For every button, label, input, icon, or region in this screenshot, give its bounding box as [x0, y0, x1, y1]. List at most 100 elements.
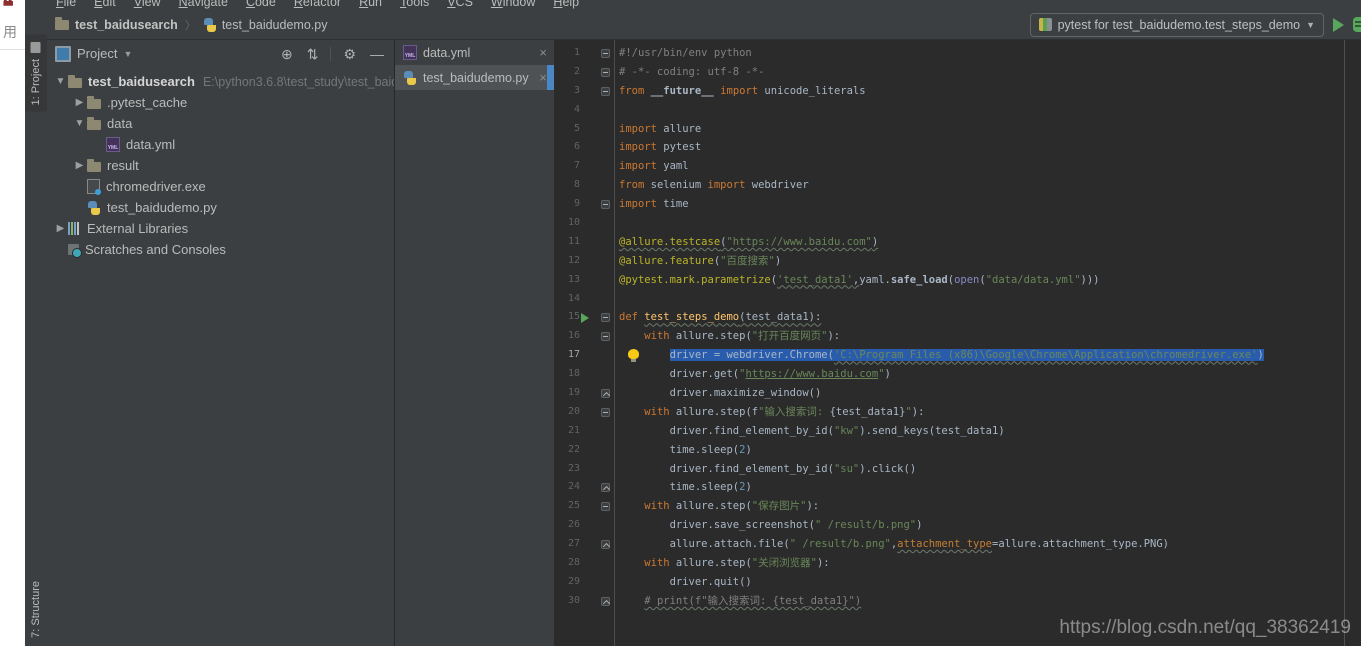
menu-item-navigate[interactable]: Navigate	[170, 0, 237, 10]
menu-item-refactor[interactable]: Refactor	[285, 0, 350, 10]
editor-line-17[interactable]: 17 driver = webdriver.Chrome('C:\Program…	[554, 346, 1361, 365]
tree-item-test-baidudemo-py[interactable]: test_baidudemo.py	[47, 197, 394, 218]
divider	[330, 47, 331, 61]
editor-line-23[interactable]: 23 driver.find_element_by_id("su").click…	[554, 460, 1361, 479]
editor-line-2[interactable]: 2# -*- coding: utf-8 -*-	[554, 63, 1361, 82]
editor-line-20[interactable]: 20 with allure.step(f"输入搜索词: {test_data1…	[554, 403, 1361, 422]
intention-lightbulb-icon[interactable]	[628, 349, 639, 359]
editor-line-24[interactable]: 24 time.sleep(2)	[554, 478, 1361, 497]
menu-item-window[interactable]: Window	[482, 0, 544, 10]
tree-item--pytest-cache[interactable]: ▶.pytest_cache	[47, 92, 394, 113]
menu-item-run[interactable]: Run	[350, 0, 391, 10]
collapse-all-icon[interactable]: ⇅	[303, 47, 323, 61]
editor-line-6[interactable]: 6import pytest	[554, 138, 1361, 157]
line-number: 20	[554, 403, 580, 422]
menu-item-tools[interactable]: Tools	[391, 0, 438, 10]
line-number: 25	[554, 497, 580, 516]
editor-line-10[interactable]: 10	[554, 214, 1361, 233]
editor-line-3[interactable]: 3from __future__ import unicode_literals	[554, 82, 1361, 101]
fold-marker-icon[interactable]	[601, 483, 610, 492]
gutter: 14	[554, 290, 614, 309]
menu-item-edit[interactable]: Edit	[85, 0, 125, 10]
tree-item-scratches-and-consoles[interactable]: Scratches and Consoles	[47, 239, 394, 260]
menu-item-file[interactable]: File	[47, 0, 85, 10]
tree-item-test-baidusearch[interactable]: ▼test_baidusearchE:\python3.6.8\test_stu…	[47, 71, 394, 92]
tree-item-external-libraries[interactable]: ▶External Libraries	[47, 218, 394, 239]
tree-collapsed-arrow-icon[interactable]: ▶	[53, 223, 68, 234]
breadcrumb-file[interactable]: test_baidudemo.py	[222, 18, 328, 32]
fold-marker-icon[interactable]	[601, 540, 610, 549]
editor-line-28[interactable]: 28 with allure.step("关闭浏览器"):	[554, 554, 1361, 573]
editor-line-12[interactable]: 12@allure.feature("百度搜索")	[554, 252, 1361, 271]
editor-line-18[interactable]: 18 driver.get("https://www.baidu.com")	[554, 365, 1361, 384]
menu-item-view[interactable]: View	[125, 0, 170, 10]
editor-line-22[interactable]: 22 time.sleep(2)	[554, 441, 1361, 460]
gutter: 22	[554, 441, 614, 460]
fold-marker-icon[interactable]	[601, 389, 610, 398]
tool-button-structure[interactable]: 7: Structure	[25, 575, 47, 644]
fold-marker-icon[interactable]	[601, 597, 610, 606]
tree-collapsed-arrow-icon[interactable]: ▶	[72, 97, 87, 108]
editor-line-26[interactable]: 26 driver.save_screenshot(" /result/b.pn…	[554, 516, 1361, 535]
editor-line-1[interactable]: 1#!/usr/bin/env python	[554, 44, 1361, 63]
chevron-down-icon[interactable]: ▼	[123, 49, 132, 59]
project-panel-title[interactable]: Project	[77, 46, 117, 61]
editor-line-5[interactable]: 5import allure	[554, 120, 1361, 139]
run-test-gutter-icon[interactable]	[581, 313, 589, 323]
line-number: 4	[554, 101, 580, 120]
tree-item-chromedriver-exe[interactable]: chromedriver.exe	[47, 176, 394, 197]
editor-line-21[interactable]: 21 driver.find_element_by_id("kw").send_…	[554, 422, 1361, 441]
code-text: driver.get("https://www.baidu.com")	[614, 365, 891, 384]
python-file-icon	[203, 18, 217, 32]
hide-panel-icon[interactable]: —	[366, 47, 388, 61]
editor-line-27[interactable]: 27 allure.attach.file(" /result/b.png",a…	[554, 535, 1361, 554]
code-text: allure.attach.file(" /result/b.png",atta…	[614, 535, 1169, 554]
editor-line-9[interactable]: 9import time	[554, 195, 1361, 214]
fold-marker-icon[interactable]	[601, 49, 610, 58]
editor-line-15[interactable]: 15def test_steps_demo(test_data1):	[554, 308, 1361, 327]
editor-line-13[interactable]: 13@pytest.mark.parametrize('test_data1',…	[554, 271, 1361, 290]
tree-item-result[interactable]: ▶result	[47, 155, 394, 176]
run-button[interactable]	[1333, 18, 1344, 32]
editor-line-14[interactable]: 14	[554, 290, 1361, 309]
fold-marker-icon[interactable]	[601, 332, 610, 341]
fold-marker-icon[interactable]	[601, 313, 610, 322]
tree-expanded-arrow-icon[interactable]: ▼	[53, 76, 68, 87]
tree-item-data[interactable]: ▼data	[47, 113, 394, 134]
breadcrumb-project[interactable]: test_baidusearch	[75, 18, 178, 32]
editor-line-11[interactable]: 11@allure.testcase("https://www.baidu.co…	[554, 233, 1361, 252]
editor-line-4[interactable]: 4	[554, 101, 1361, 120]
editor-line-29[interactable]: 29 driver.quit()	[554, 573, 1361, 592]
run-configuration-select[interactable]: pytest for test_baidudemo.test_steps_dem…	[1030, 13, 1324, 37]
divider	[0, 49, 25, 50]
editor-line-7[interactable]: 7import yaml	[554, 157, 1361, 176]
folder-icon	[87, 120, 101, 130]
menu-item-code[interactable]: Code	[237, 0, 285, 10]
editor-line-19[interactable]: 19 driver.maximize_window()	[554, 384, 1361, 403]
tree-expanded-arrow-icon[interactable]: ▼	[72, 118, 87, 129]
editor-line-16[interactable]: 16 with allure.step("打开百度网页"):	[554, 327, 1361, 346]
gutter: 29	[554, 573, 614, 592]
fold-marker-icon[interactable]	[601, 87, 610, 96]
fold-marker-icon[interactable]	[601, 68, 610, 77]
locate-file-icon[interactable]: ⊕	[277, 47, 297, 61]
editor-line-25[interactable]: 25 with allure.step("保存图片"):	[554, 497, 1361, 516]
menu-item-help[interactable]: Help	[544, 0, 588, 10]
tab-test-baidudemo-py[interactable]: test_baidudemo.py×	[395, 65, 554, 90]
tab-data-yml[interactable]: data.yml×	[395, 40, 554, 65]
close-icon[interactable]: ×	[536, 45, 550, 60]
settings-gear-icon[interactable]: ⚙	[339, 47, 360, 61]
editor-line-30[interactable]: 30 # print(f"输入搜索词: {test_data1}")	[554, 592, 1361, 611]
code-editor[interactable]: 1#!/usr/bin/env python2# -*- coding: utf…	[554, 40, 1361, 646]
fold-marker-icon[interactable]	[601, 200, 610, 209]
tool-button-project[interactable]: 1: Project	[25, 34, 47, 111]
tree-collapsed-arrow-icon[interactable]: ▶	[72, 160, 87, 171]
line-number: 5	[554, 120, 580, 139]
tree-item-data-yml[interactable]: data.yml	[47, 134, 394, 155]
debug-button[interactable]	[1353, 17, 1361, 32]
editor-line-8[interactable]: 8from selenium import webdriver	[554, 176, 1361, 195]
fold-marker-icon[interactable]	[601, 408, 610, 417]
fold-marker-icon[interactable]	[601, 502, 610, 511]
menu-item-vcs[interactable]: VCS	[438, 0, 482, 10]
line-number: 24	[554, 478, 580, 497]
